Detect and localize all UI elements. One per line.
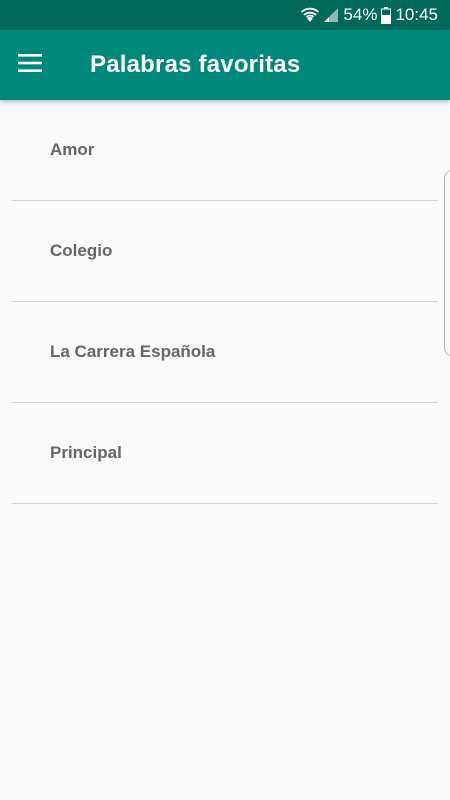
menu-button[interactable] — [0, 30, 60, 100]
status-bar: 54% 10:45 — [0, 0, 450, 30]
list-item-label: Principal — [50, 443, 122, 462]
favorites-list: Amor Colegio La Carrera Española Princip… — [0, 100, 450, 504]
list-item-label: Colegio — [50, 241, 113, 260]
signal-icon — [323, 7, 339, 23]
page-title: Palabras favoritas — [90, 51, 301, 78]
clock: 10:45 — [395, 5, 438, 24]
app-bar: Palabras favoritas — [0, 30, 450, 100]
list-item[interactable]: Amor — [0, 100, 450, 201]
list-item-label: Amor — [50, 140, 95, 159]
wifi-icon — [301, 7, 320, 23]
screen: 54% 10:45 Palabras favoritas Amor Colegi… — [0, 0, 450, 800]
hamburger-menu-icon — [18, 53, 42, 77]
battery-icon — [381, 6, 392, 24]
divider — [12, 503, 438, 504]
scroll-handle[interactable] — [444, 170, 450, 356]
list-item-label: La Carrera Española — [50, 342, 216, 361]
battery-percent: 54% — [343, 5, 378, 24]
list-item[interactable]: Colegio — [0, 201, 450, 302]
list-item[interactable]: Principal — [0, 403, 450, 504]
list-item[interactable]: La Carrera Española — [0, 302, 450, 403]
